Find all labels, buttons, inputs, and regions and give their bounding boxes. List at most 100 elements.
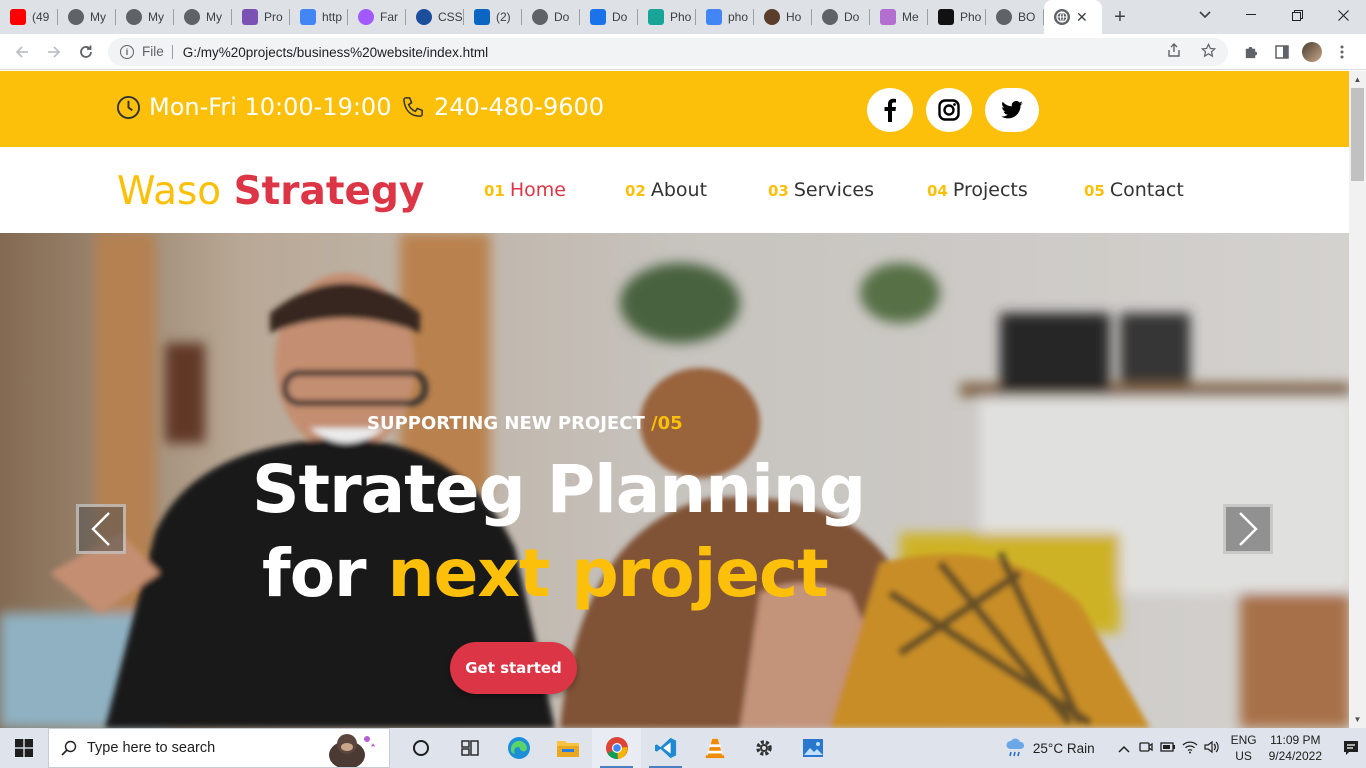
show-hidden-icons-chevron-icon[interactable]: [1113, 741, 1135, 756]
battery-icon[interactable]: [1157, 741, 1179, 756]
profile-avatar[interactable]: [1302, 42, 1322, 62]
carousel-next-button[interactable]: [1223, 504, 1273, 554]
taskbar-search-box[interactable]: Type here to search: [48, 728, 390, 768]
browser-tab[interactable]: Do: [812, 0, 870, 34]
file-explorer-icon[interactable]: [543, 728, 592, 768]
notification-center-icon[interactable]: [1336, 740, 1366, 756]
system-clock[interactable]: 11:09 PM 9/24/2022: [1269, 732, 1322, 764]
browser-tab-strip: (49 My My My Pro http Far CSS (2) Do Do Pho pho Ho Do M…: [0, 0, 1366, 34]
nav-home[interactable]: 01 Home: [484, 179, 566, 201]
browser-tab[interactable]: My: [58, 0, 116, 34]
forward-button[interactable]: [38, 36, 70, 68]
task-view-icon[interactable]: [396, 728, 445, 768]
get-started-button[interactable]: Get started: [450, 642, 577, 694]
restore-button[interactable]: [1274, 0, 1320, 30]
tab-title: Pho: [670, 10, 692, 24]
browser-tab[interactable]: Ho: [754, 0, 812, 34]
chrome-menu-icon[interactable]: [1330, 38, 1354, 66]
tab-title: Far: [380, 10, 398, 24]
browser-tab[interactable]: Pro: [232, 0, 290, 34]
wifi-icon[interactable]: [1179, 740, 1201, 757]
nav-label: About: [650, 179, 708, 201]
site-info-icon[interactable]: i: [120, 45, 134, 59]
side-panel-icon[interactable]: [1270, 38, 1294, 66]
browser-tab[interactable]: CSS: [406, 0, 464, 34]
browser-tab[interactable]: Far: [348, 0, 406, 34]
windows-start-button[interactable]: [0, 728, 48, 768]
facebook-icon[interactable]: [867, 88, 913, 132]
weather-widget[interactable]: 25°C Rain: [1005, 738, 1095, 758]
social-links: [867, 88, 1039, 132]
scroll-down-icon[interactable]: ▼: [1349, 711, 1366, 728]
address-bar[interactable]: i File G:/my%20projects/business%20websi…: [108, 38, 1228, 66]
volume-icon[interactable]: [1201, 740, 1223, 757]
search-placeholder: Type here to search: [87, 740, 216, 756]
tab-title: Do: [844, 10, 860, 24]
browser-tab[interactable]: Do: [580, 0, 638, 34]
url-text[interactable]: G:/my%20projects/business%20website/inde…: [183, 45, 488, 60]
bookmark-star-icon[interactable]: [1200, 42, 1217, 61]
scroll-up-icon[interactable]: ▲: [1349, 71, 1366, 88]
reload-button[interactable]: [70, 36, 102, 68]
settings-gear-icon[interactable]: [739, 728, 788, 768]
photos-app-icon[interactable]: [788, 728, 837, 768]
input-language[interactable]: ENG US: [1231, 732, 1257, 764]
nav-label: Projects: [952, 179, 1028, 201]
rain-cloud-icon: [1006, 738, 1024, 757]
close-window-button[interactable]: [1320, 0, 1366, 30]
unsplash-icon: [938, 9, 954, 25]
tab-title: My: [90, 10, 106, 24]
meet-now-icon[interactable]: [1135, 740, 1157, 757]
extensions-puzzle-icon[interactable]: [1238, 38, 1262, 66]
page-scrollbar[interactable]: ▲ ▼: [1349, 71, 1366, 728]
chrome-taskbar-icon[interactable]: [592, 728, 641, 768]
site-logo[interactable]: Waso Strategy: [117, 169, 424, 214]
hours-text: Mon-Fri 10:00-19:00: [149, 93, 392, 121]
contact-topbar: Mon-Fri 10:00-19:00 240-480-9600: [0, 71, 1349, 147]
tab-active[interactable]: ✕: [1044, 0, 1102, 34]
browser-tab[interactable]: (49: [0, 0, 58, 34]
nav-number: 03: [768, 182, 789, 200]
browser-tab[interactable]: My: [116, 0, 174, 34]
nav-services[interactable]: 03 Services: [768, 179, 874, 201]
nav-projects[interactable]: 04 Projects: [927, 179, 1028, 201]
vlc-icon[interactable]: [690, 728, 739, 768]
browser-tab[interactable]: My: [174, 0, 232, 34]
twitter-icon[interactable]: [985, 88, 1039, 132]
chevron-right-icon: [1239, 512, 1258, 546]
new-tab-button[interactable]: +: [1102, 0, 1138, 34]
tab-title: BO: [1018, 10, 1036, 24]
tab-search-chevron-icon[interactable]: [1188, 0, 1222, 30]
windows-taskbar: Type here to search 25°C Rain ENG US 11:…: [0, 728, 1366, 768]
site-header: Waso Strategy 01 Home 02 About 03 Services …: [0, 147, 1349, 233]
edge-browser-icon[interactable]: [494, 728, 543, 768]
minimize-button[interactable]: [1228, 0, 1274, 30]
bootstrap-icon: [242, 9, 258, 25]
nav-contact[interactable]: 05 Contact: [1084, 179, 1184, 201]
browser-tab[interactable]: BO: [986, 0, 1044, 34]
share-icon[interactable]: [1167, 43, 1181, 61]
close-tab-icon[interactable]: ✕: [1076, 9, 1088, 26]
tab-title: CSS: [438, 10, 463, 24]
carousel-prev-button[interactable]: [76, 504, 126, 554]
widgets-icon[interactable]: [445, 728, 494, 768]
download-icon: [590, 9, 606, 25]
css-icon: [416, 9, 432, 25]
clock-date: 9/24/2022: [1268, 749, 1322, 763]
browser-tab[interactable]: Do: [522, 0, 580, 34]
phone-text[interactable]: 240-480-9600: [434, 93, 604, 121]
browser-tab[interactable]: http: [290, 0, 348, 34]
vscode-icon[interactable]: [641, 728, 690, 768]
scroll-thumb[interactable]: [1351, 88, 1364, 181]
nav-about[interactable]: 02 About: [625, 179, 707, 201]
browser-tab[interactable]: Me: [870, 0, 928, 34]
instagram-icon[interactable]: [926, 88, 972, 132]
phone-number[interactable]: 240-480-9600: [401, 93, 604, 121]
browser-tab[interactable]: (2): [464, 0, 522, 34]
back-button[interactable]: [6, 36, 38, 68]
browser-tab[interactable]: Pho: [928, 0, 986, 34]
browser-tab[interactable]: Pho: [638, 0, 696, 34]
logo-part-2: Strategy: [233, 169, 425, 214]
browser-tab[interactable]: pho: [696, 0, 754, 34]
nav-number: 04: [927, 182, 948, 200]
